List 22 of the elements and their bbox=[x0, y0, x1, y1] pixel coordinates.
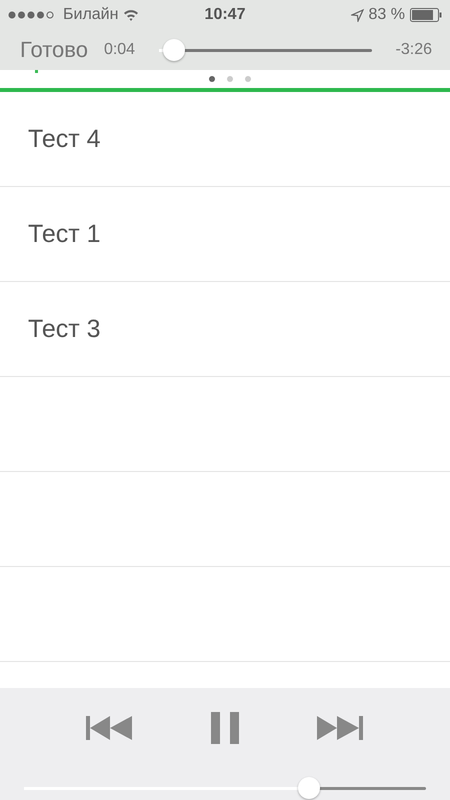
pause-icon[interactable] bbox=[210, 712, 238, 744]
clock-time: 10:47 bbox=[204, 6, 246, 24]
wifi-icon bbox=[123, 9, 140, 21]
next-track-icon[interactable] bbox=[317, 716, 363, 740]
battery-icon bbox=[410, 8, 442, 22]
page-dot[interactable] bbox=[245, 76, 251, 82]
track-row[interactable]: Тест 3 bbox=[0, 282, 450, 377]
elapsed-time: 0:04 bbox=[104, 41, 136, 59]
track-row[interactable]: Тест 4 bbox=[0, 92, 450, 187]
tab-indicator bbox=[35, 70, 38, 73]
page-dot[interactable] bbox=[227, 76, 233, 82]
previous-track-icon[interactable] bbox=[86, 716, 132, 740]
page-dot[interactable] bbox=[209, 76, 215, 82]
remaining-time: -3:26 bbox=[396, 41, 432, 59]
done-button[interactable]: Готово bbox=[20, 37, 88, 63]
track-row[interactable]: Тест 1 bbox=[0, 187, 450, 282]
location-arrow-icon bbox=[350, 8, 364, 22]
track-title: Тест 4 bbox=[28, 124, 101, 154]
track-title: Тест 1 bbox=[28, 220, 101, 248]
carrier-name: Билайн bbox=[63, 6, 118, 24]
track-title: Тест 3 bbox=[28, 314, 101, 344]
battery-percent: 83 % bbox=[368, 6, 405, 24]
